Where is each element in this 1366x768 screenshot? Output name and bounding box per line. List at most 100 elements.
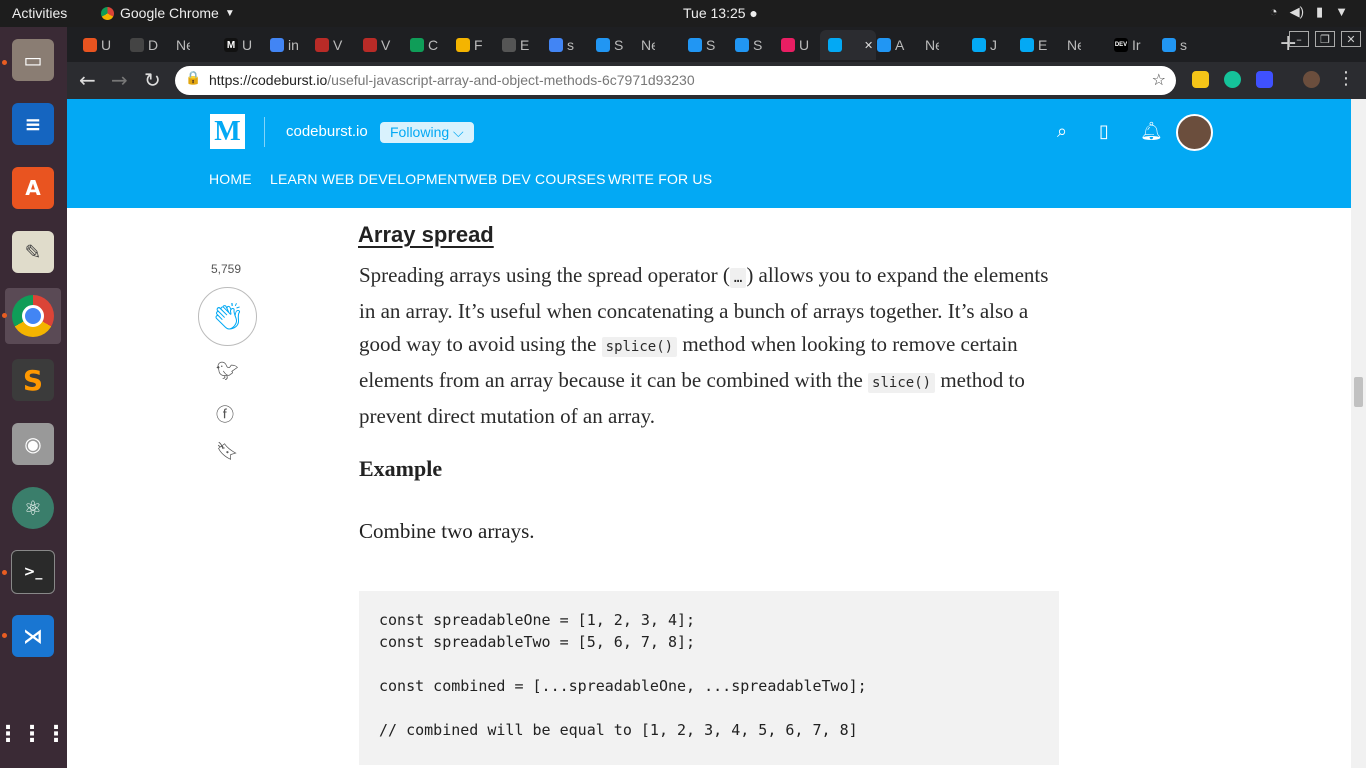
show-apps-button[interactable]: ⋮⋮⋮	[0, 706, 67, 762]
text-editor-launcher[interactable]: ✎	[5, 224, 61, 280]
tab-title: D	[148, 37, 159, 53]
bookmarks-icon[interactable]: ▯	[1099, 121, 1109, 142]
tab-favicon-icon	[363, 38, 377, 52]
browser-tab[interactable]: New	[168, 30, 212, 60]
back-button[interactable]: ←	[79, 68, 96, 92]
browser-tab[interactable]: S	[727, 30, 771, 60]
sublime-launcher[interactable]: S	[5, 352, 61, 408]
atom-launcher[interactable]: ⚛	[5, 480, 61, 536]
header-divider	[264, 117, 265, 147]
tab-favicon-icon	[1162, 38, 1176, 52]
nav-web-dev-courses[interactable]: WEB DEV COURSES	[465, 171, 606, 187]
nav-write-for-us[interactable]: WRITE FOR US	[608, 171, 712, 187]
tab-title: V	[333, 37, 343, 53]
browser-tab[interactable]: J	[964, 30, 1008, 60]
browser-tab[interactable]: V	[355, 30, 399, 60]
tab-title: U	[799, 37, 810, 53]
medium-logo[interactable]: M	[210, 114, 245, 149]
browser-toolbar: ← → ↻ 🔒 https://codeburst.io/useful-java…	[67, 62, 1366, 99]
running-indicator	[2, 313, 7, 318]
facebook-share-icon[interactable]: ⓕ	[216, 401, 234, 427]
inline-code: …	[729, 268, 747, 288]
tab-favicon-icon	[130, 38, 144, 52]
page-scrollbar[interactable]	[1351, 99, 1366, 768]
chrome-launcher[interactable]	[5, 288, 61, 344]
example-description: Combine two arrays.	[359, 519, 535, 543]
clap-button[interactable]: 👏︎	[198, 287, 257, 346]
tab-title: S	[706, 37, 716, 53]
search-icon[interactable]: ⌕	[1057, 121, 1067, 142]
tab-favicon-icon	[781, 38, 795, 52]
bookmark-icon[interactable]: 🔖︎	[216, 441, 239, 462]
scrollbar-thumb[interactable]	[1354, 377, 1363, 407]
inline-code: slice()	[868, 373, 936, 393]
browser-tab[interactable]: A	[869, 30, 913, 60]
notifications-bell-icon[interactable]: 🔔︎	[1140, 121, 1163, 142]
app-menu[interactable]: Google Chrome ▼	[101, 5, 235, 21]
close-window-button[interactable]: ✕	[1341, 31, 1361, 47]
files-launcher[interactable]: ▭	[5, 32, 61, 88]
browser-tab[interactable]: U	[75, 30, 119, 60]
twitter-share-icon[interactable]: 🐦︎	[216, 361, 239, 382]
browser-tab[interactable]: D	[122, 30, 166, 60]
user-avatar[interactable]	[1176, 114, 1213, 151]
extension-icon[interactable]	[1256, 71, 1273, 88]
camera-launcher[interactable]: ◉	[5, 416, 61, 472]
inline-code: splice()	[601, 337, 678, 357]
tab-title: J	[990, 37, 997, 53]
tab-favicon-icon	[270, 38, 284, 52]
forward-button[interactable]: →	[111, 68, 128, 92]
menu-kebab-icon[interactable]: ⋮	[1337, 68, 1355, 89]
browser-tab[interactable]: S	[588, 30, 632, 60]
following-button[interactable]: Following ⌵	[380, 122, 474, 143]
grammarly-extension-icon[interactable]	[1224, 71, 1241, 88]
software-launcher[interactable]: A	[5, 160, 61, 216]
browser-tab[interactable]: ✕	[820, 30, 876, 60]
browser-tab[interactable]: F	[448, 30, 492, 60]
notification-dot-icon: ●	[749, 5, 758, 21]
chrome-icon	[101, 6, 114, 20]
browser-tab[interactable]: U	[773, 30, 817, 60]
browser-tab[interactable]: E	[494, 30, 538, 60]
terminal-launcher[interactable]: >_	[5, 544, 61, 600]
browser-tab[interactable]: s	[1154, 30, 1198, 60]
address-bar[interactable]: 🔒 https://codeburst.io/useful-javascript…	[175, 66, 1176, 95]
chevron-down-icon: ▼	[1335, 4, 1348, 19]
minimize-button[interactable]: –	[1289, 31, 1309, 47]
tab-title: New	[641, 37, 655, 53]
clock[interactable]: Tue 13:25 ●	[683, 5, 758, 21]
browser-tab[interactable]: MU	[216, 30, 260, 60]
tab-title: A	[895, 37, 905, 53]
browser-tab[interactable]: C	[402, 30, 446, 60]
tab-title: E	[520, 37, 530, 53]
writer-launcher[interactable]: ≡	[5, 96, 61, 152]
publication-logo[interactable]: codeburst.io	[286, 123, 368, 140]
reload-button[interactable]: ↻	[144, 68, 161, 92]
browser-tab[interactable]: E	[1012, 30, 1056, 60]
browser-tab[interactable]: S	[680, 30, 724, 60]
nav-home[interactable]: HOME	[209, 171, 252, 187]
profile-avatar[interactable]	[1303, 71, 1320, 88]
browser-tab[interactable]: New	[633, 30, 677, 60]
browser-tab[interactable]: in	[262, 30, 306, 60]
bookmark-star-icon[interactable]: ☆	[1152, 70, 1166, 89]
example-heading: Example	[359, 456, 443, 481]
browser-tab[interactable]: s	[541, 30, 585, 60]
nav-learn-web-development[interactable]: LEARN WEB DEVELOPMENT	[270, 171, 466, 187]
tab-title: U	[242, 37, 253, 53]
browser-tab[interactable]: V	[307, 30, 351, 60]
text-editor-icon: ✎	[12, 231, 54, 273]
chevron-down-icon: ▼	[224, 7, 235, 19]
activities-button[interactable]: Activities	[12, 5, 67, 21]
notes-extension-icon[interactable]	[1192, 71, 1209, 88]
browser-tab[interactable]: New	[1059, 30, 1103, 60]
tab-favicon-icon	[502, 38, 516, 52]
vscode-launcher[interactable]: ⋊	[5, 608, 61, 664]
system-tray[interactable]: ◔ ◀) ▮ ▼	[1270, 4, 1348, 20]
article-body: 5,759 👏︎ 🐦︎ ⓕ 🔖︎ Array spread Spreading …	[67, 208, 1351, 768]
maximize-button[interactable]: ❐	[1315, 31, 1335, 47]
browser-tab[interactable]: New	[917, 30, 961, 60]
tab-favicon-icon	[83, 38, 97, 52]
tab-title: Ir	[1132, 37, 1141, 53]
browser-tab[interactable]: DEV Ir	[1106, 30, 1150, 60]
